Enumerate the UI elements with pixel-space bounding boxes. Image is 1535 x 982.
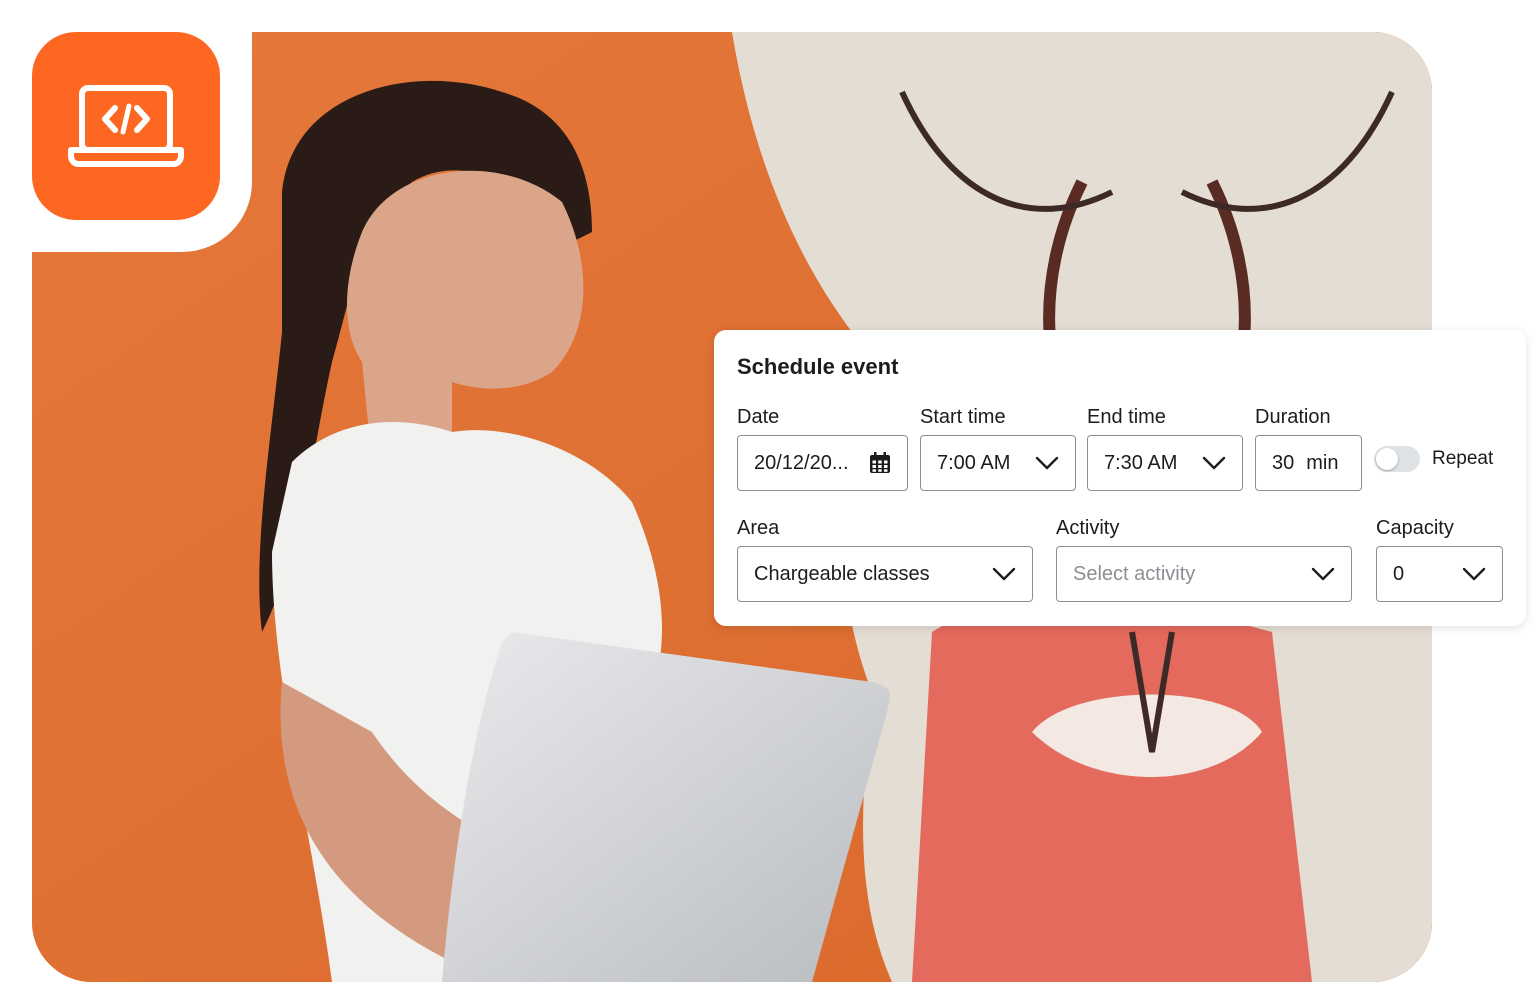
- end-time-value: 7:30 AM: [1104, 451, 1178, 474]
- card-title: Schedule event: [737, 354, 899, 379]
- app-badge: [32, 32, 220, 220]
- duration-unit: min: [1306, 451, 1339, 474]
- start-time-label: Start time: [920, 406, 1006, 428]
- end-time-select[interactable]: 7:30 AM: [1087, 435, 1243, 491]
- end-time-label: End time: [1087, 406, 1166, 428]
- toggle-knob: [1376, 448, 1398, 470]
- activity-placeholder: Select activity: [1073, 562, 1196, 585]
- chevron-down-icon: [1035, 456, 1059, 470]
- duration-value: 30: [1272, 451, 1295, 474]
- capacity-label: Capacity: [1376, 517, 1454, 539]
- date-field[interactable]: 20/12/20...: [737, 435, 908, 491]
- laptop-code-icon: [68, 85, 184, 167]
- chevron-down-icon: [1202, 456, 1226, 470]
- chevron-down-icon: [992, 567, 1016, 581]
- area-label: Area: [737, 517, 780, 539]
- chevron-down-icon: [1311, 567, 1335, 581]
- duration-field[interactable]: 30 min: [1255, 435, 1362, 491]
- activity-label: Activity: [1056, 517, 1120, 539]
- start-time-value: 7:00 AM: [937, 451, 1011, 474]
- start-time-select[interactable]: 7:00 AM: [920, 435, 1076, 491]
- duration-label: Duration: [1255, 406, 1331, 428]
- badge-container: [0, 0, 252, 252]
- calendar-icon: [870, 452, 890, 473]
- date-label: Date: [737, 406, 780, 428]
- area-select[interactable]: Chargeable classes: [737, 546, 1033, 602]
- area-value: Chargeable classes: [754, 562, 930, 585]
- activity-select[interactable]: Select activity: [1056, 546, 1352, 602]
- repeat-label: Repeat: [1432, 448, 1494, 469]
- chevron-down-icon: [1462, 567, 1486, 581]
- capacity-select[interactable]: 0: [1376, 546, 1503, 602]
- date-value: 20/12/20...: [754, 451, 849, 474]
- capacity-value: 0: [1393, 562, 1405, 585]
- schedule-event-card: Schedule event Date Start time End time …: [714, 330, 1526, 626]
- repeat-toggle[interactable]: [1374, 446, 1420, 472]
